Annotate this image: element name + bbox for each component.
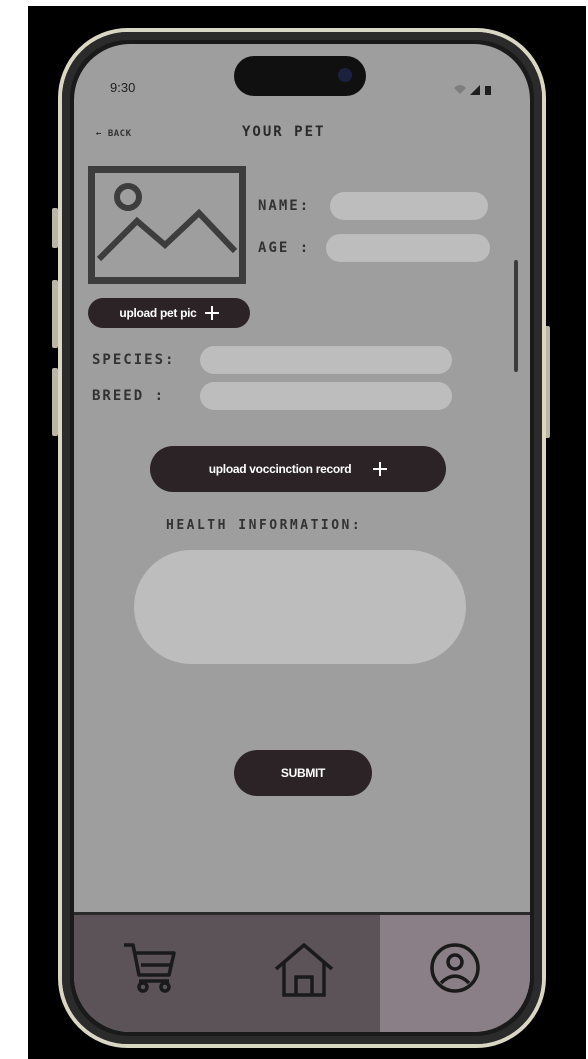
age-label: AGE : bbox=[258, 240, 311, 256]
plus-icon bbox=[373, 462, 388, 476]
breed-label: BREED : bbox=[92, 388, 166, 404]
age-field[interactable] bbox=[326, 234, 490, 262]
submit-button[interactable]: SUBMIT bbox=[234, 750, 372, 796]
health-information-label: HEALTH INFORMATION: bbox=[166, 518, 363, 533]
tab-bar bbox=[74, 912, 530, 1032]
back-button[interactable]: ← BACK bbox=[96, 129, 132, 139]
upload-pet-pic-button[interactable]: upload pet pic bbox=[88, 298, 250, 328]
pet-photo-placeholder bbox=[88, 166, 246, 284]
plus-icon bbox=[204, 306, 219, 320]
name-field[interactable] bbox=[330, 192, 488, 220]
tab-home[interactable] bbox=[227, 915, 380, 1032]
scrollbar[interactable] bbox=[514, 260, 518, 372]
signal-icon bbox=[470, 85, 480, 95]
page-title: YOUR PET bbox=[242, 124, 326, 140]
dynamic-island bbox=[234, 56, 366, 96]
health-information-field[interactable] bbox=[134, 550, 466, 664]
species-field[interactable] bbox=[200, 346, 452, 374]
species-label: SPECIES: bbox=[92, 352, 176, 368]
cart-icon bbox=[123, 943, 176, 993]
name-label: NAME: bbox=[258, 198, 311, 214]
upload-vaccination-record-label: upload voccinction record bbox=[208, 462, 352, 476]
upload-pet-pic-label: upload pet pic bbox=[119, 306, 197, 320]
profile-icon bbox=[430, 943, 480, 993]
phone-screen: 9:30 ← BACK YOUR PET NAME: AGE: upload … bbox=[74, 44, 530, 1032]
tab-profile[interactable] bbox=[380, 915, 530, 1032]
status-time: 9:30 bbox=[110, 80, 136, 95]
wifi-icon bbox=[454, 85, 466, 94]
status-icons bbox=[452, 82, 494, 96]
battery-icon bbox=[485, 86, 491, 95]
tab-cart[interactable] bbox=[74, 915, 227, 1032]
image-icon bbox=[96, 183, 238, 262]
upload-vaccination-record-button[interactable]: upload voccinction record bbox=[150, 446, 446, 492]
breed-field[interactable] bbox=[200, 382, 452, 410]
camera-icon bbox=[338, 68, 352, 82]
home-icon bbox=[274, 943, 333, 997]
canvas: 9:30 ← BACK YOUR PET NAME: AGE: upload … bbox=[0, 0, 588, 1059]
submit-label: SUBMIT bbox=[280, 766, 326, 780]
